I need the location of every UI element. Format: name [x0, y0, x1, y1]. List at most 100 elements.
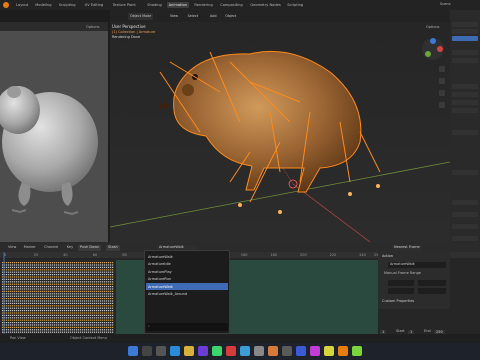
action-popup-item[interactable]: ArmaturePlay: [146, 268, 228, 275]
keyframe[interactable]: [78, 324, 80, 326]
keyframe[interactable]: [76, 322, 78, 324]
keyframe[interactable]: [42, 300, 44, 302]
keyframe[interactable]: [80, 293, 82, 295]
keyframe[interactable]: [102, 326, 104, 328]
keyframe[interactable]: [48, 322, 50, 324]
keyframe[interactable]: [72, 286, 74, 288]
keyframe[interactable]: [34, 286, 36, 288]
keyframe[interactable]: [94, 314, 96, 316]
keyframe[interactable]: [16, 329, 18, 331]
keyframe[interactable]: [2, 283, 4, 285]
keyframe[interactable]: [44, 319, 46, 321]
grid-toggle-icon[interactable]: [439, 102, 445, 108]
keyframe[interactable]: [44, 326, 46, 328]
keyframe[interactable]: [42, 329, 44, 331]
keyframe[interactable]: [88, 271, 90, 273]
keyframe[interactable]: [14, 274, 16, 276]
keyframe[interactable]: [56, 295, 58, 297]
keyframe[interactable]: [46, 281, 48, 283]
keyframe[interactable]: [14, 298, 16, 300]
keyframe[interactable]: [44, 278, 46, 280]
keyframe[interactable]: [72, 276, 74, 278]
keyframe[interactable]: [14, 290, 16, 292]
keyframe[interactable]: [32, 305, 34, 307]
keyframe[interactable]: [64, 300, 66, 302]
keyframe[interactable]: [40, 293, 42, 295]
keyframe[interactable]: [80, 322, 82, 324]
keyframe[interactable]: [94, 319, 96, 321]
keyframe[interactable]: [100, 269, 102, 271]
keyframe[interactable]: [18, 286, 20, 288]
frame-end-field[interactable]: [418, 280, 446, 286]
keyframe[interactable]: [54, 314, 56, 316]
keyframe[interactable]: [98, 314, 100, 316]
keyframe[interactable]: [82, 302, 84, 304]
keyframe[interactable]: [12, 314, 14, 316]
app-icon[interactable]: [198, 346, 208, 356]
keyframe[interactable]: [22, 319, 24, 321]
keyframe[interactable]: [42, 307, 44, 309]
keyframe[interactable]: [50, 288, 52, 290]
keyframe[interactable]: [108, 302, 110, 304]
keyframe[interactable]: [104, 314, 106, 316]
workspace-tab-texture-paint[interactable]: Texture Paint: [111, 2, 138, 8]
keyframe[interactable]: [52, 319, 54, 321]
keyframe[interactable]: [44, 305, 46, 307]
keyframe[interactable]: [24, 271, 26, 273]
keyframe[interactable]: [44, 314, 46, 316]
keyframe[interactable]: [110, 269, 112, 271]
keyframe[interactable]: [12, 276, 14, 278]
keyframe[interactable]: [94, 266, 96, 268]
keyframe[interactable]: [32, 286, 34, 288]
keyframe[interactable]: [44, 329, 46, 331]
keyframe[interactable]: [78, 331, 80, 333]
keyframe[interactable]: [82, 283, 84, 285]
keyframe[interactable]: [40, 329, 42, 331]
keyframe[interactable]: [52, 322, 54, 324]
keyframe[interactable]: [24, 317, 26, 319]
keyframe[interactable]: [26, 331, 28, 333]
keyframe[interactable]: [60, 322, 62, 324]
keyframe[interactable]: [112, 314, 114, 316]
keyframe[interactable]: [8, 262, 10, 264]
keyframe[interactable]: [50, 269, 52, 271]
keyframe[interactable]: [48, 269, 50, 271]
keyframe[interactable]: [76, 288, 78, 290]
keyframe[interactable]: [32, 326, 34, 328]
keyframe[interactable]: [24, 314, 26, 316]
keyframe[interactable]: [40, 271, 42, 273]
keyframe[interactable]: [60, 302, 62, 304]
keyframe[interactable]: [32, 307, 34, 309]
keyframe[interactable]: [96, 288, 98, 290]
keyframe[interactable]: [86, 262, 88, 264]
keyframe[interactable]: [106, 271, 108, 273]
keyframe[interactable]: [22, 322, 24, 324]
keyframe[interactable]: [46, 302, 48, 304]
keyframe[interactable]: [22, 324, 24, 326]
keyframe[interactable]: [40, 307, 42, 309]
keyframe[interactable]: [38, 262, 40, 264]
keyframe[interactable]: [6, 286, 8, 288]
keyframe[interactable]: [22, 310, 24, 312]
keyframe[interactable]: [112, 319, 114, 321]
keyframe[interactable]: [10, 269, 12, 271]
keyframe[interactable]: [68, 326, 70, 328]
keyframe[interactable]: [14, 288, 16, 290]
keyframe[interactable]: [96, 329, 98, 331]
keyframe[interactable]: [64, 276, 66, 278]
keyframe[interactable]: [30, 331, 32, 333]
keyframe[interactable]: [32, 319, 34, 321]
keyframe[interactable]: [60, 300, 62, 302]
keyframe[interactable]: [70, 314, 72, 316]
keyframe[interactable]: [54, 271, 56, 273]
keyframe[interactable]: [68, 300, 70, 302]
keyframe[interactable]: [68, 262, 70, 264]
keyframe[interactable]: [102, 271, 104, 273]
keyframe[interactable]: [36, 281, 38, 283]
keyframe[interactable]: [56, 262, 58, 264]
keyframe[interactable]: [28, 319, 30, 321]
keyframe[interactable]: [90, 262, 92, 264]
keyframe[interactable]: [66, 326, 68, 328]
keyframe[interactable]: [104, 281, 106, 283]
keyframe[interactable]: [92, 281, 94, 283]
